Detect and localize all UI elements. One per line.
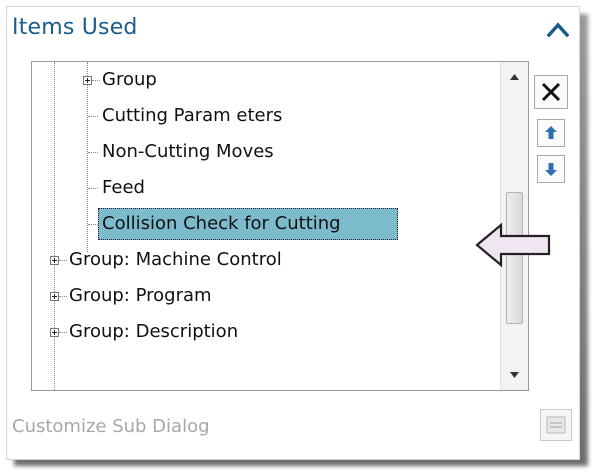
pointer-arrow-icon [475,222,551,268]
expand-icon[interactable] [83,76,92,85]
arrow-down-icon [545,163,557,176]
tree-item-label: Group: Description [69,321,239,342]
sub-dialog-icon [546,416,566,434]
tree-connector [88,116,98,117]
tree-connector [59,296,67,297]
tree-item-group[interactable]: Group [32,62,502,98]
tree-item-label: Feed [102,177,145,198]
move-up-button[interactable] [537,119,565,147]
tree-item-label: Cutting Param eters [102,105,283,126]
scroll-up-icon[interactable] [501,64,528,90]
tree-item-label: Group [102,69,157,90]
tree-item-group-machine-control[interactable]: Group: Machine Control [32,242,502,278]
close-icon [541,82,561,102]
tree-item-label: Non-Cutting Moves [102,141,274,162]
expand-icon[interactable] [50,292,59,301]
tree-connector [88,188,98,189]
panel-title: Items Used [12,15,138,40]
tree-item-non-cutting-moves[interactable]: Non-Cutting Moves [32,134,502,170]
items-used-panel: Items Used Group Cutting Param eters Non… [6,6,580,460]
chevron-up-icon[interactable] [547,21,569,37]
tree-item-collision-check[interactable]: Collision Check for Cutting [32,206,502,242]
tree-item-label: Group: Machine Control [69,249,282,270]
tree-item-group-program[interactable]: Group: Program [32,278,502,314]
tree-item-label: Group: Program [69,285,212,306]
customize-sub-dialog-button[interactable] [540,409,572,441]
remove-item-button[interactable] [534,75,568,109]
tree-connector [59,332,67,333]
tree-connector [88,224,98,225]
move-down-button[interactable] [537,155,565,183]
expand-icon[interactable] [50,328,59,337]
tree-item-feed[interactable]: Feed [32,170,502,206]
tree-connector [88,152,98,153]
tree-item-label: Collision Check for Cutting [102,213,341,234]
customize-sub-dialog-label: Customize Sub Dialog [12,416,210,437]
tree-connector [59,260,67,261]
arrow-up-icon [545,126,557,139]
tree-connector [92,80,100,81]
tree-item-cutting-parameters[interactable]: Cutting Param eters [32,98,502,134]
items-tree-list[interactable]: Group Cutting Param eters Non-Cutting Mo… [31,61,529,391]
tree-item-group-description[interactable]: Group: Description [32,314,502,350]
expand-icon[interactable] [50,256,59,265]
scroll-down-icon[interactable] [501,362,528,388]
